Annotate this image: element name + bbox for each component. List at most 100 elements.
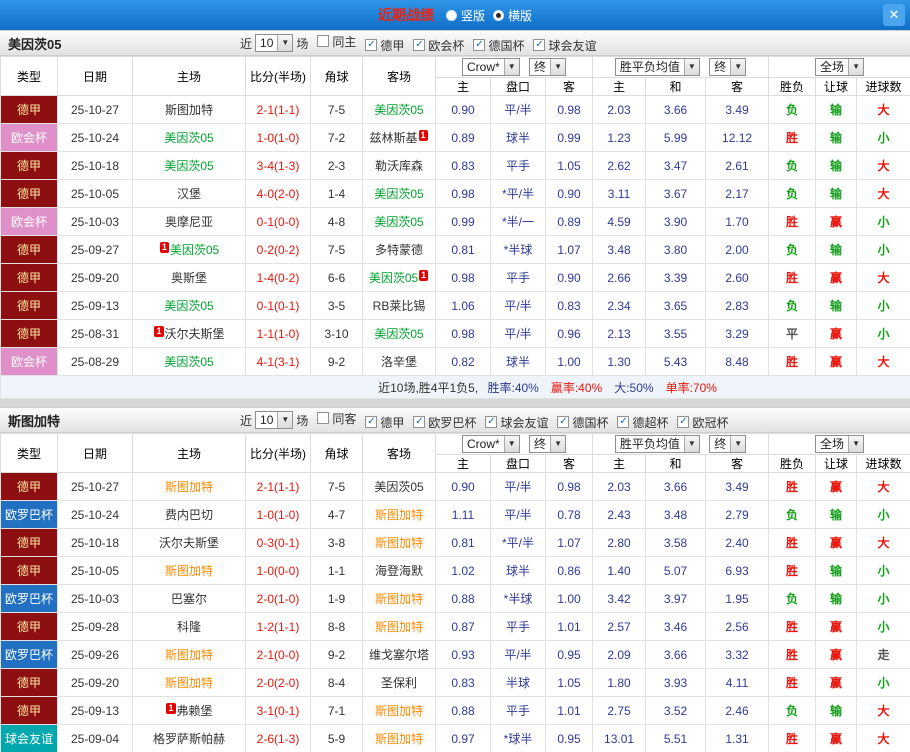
- home-team[interactable]: 美因茨05: [132, 291, 246, 320]
- bookmaker-select[interactable]: Crow* ▼: [462, 435, 520, 453]
- away-team[interactable]: 圣保利: [362, 668, 436, 697]
- away-team[interactable]: 美因茨05: [362, 207, 436, 236]
- away-team[interactable]: 兹林斯基 1: [362, 123, 436, 152]
- filter-checkbox-球会友谊[interactable]: ✓ 球会友谊: [533, 37, 596, 54]
- asian-odds-home: 1.06: [435, 291, 491, 320]
- avg-odds-away: 2.00: [705, 235, 770, 264]
- odds-stage-select[interactable]: 终 ▼: [529, 435, 567, 453]
- home-team[interactable]: 沃尔夫斯堡: [132, 528, 246, 557]
- away-team[interactable]: 美因茨05: [362, 472, 436, 501]
- filter-checkbox-欧冠杯[interactable]: ✓ 欧冠杯: [677, 414, 729, 431]
- filter-checkbox-欧罗巴杯[interactable]: ✓ 欧罗巴杯: [413, 414, 476, 431]
- filter-checkbox-德甲[interactable]: ✓ 德甲: [365, 414, 404, 431]
- checkbox-icon: ✓: [485, 416, 498, 428]
- league-tag: 德甲: [0, 95, 58, 124]
- chevron-down-icon: ▼: [683, 436, 699, 452]
- home-team[interactable]: 奥斯堡: [132, 263, 246, 292]
- filter-checkbox-德超杯[interactable]: ✓ 德超杯: [617, 414, 668, 431]
- radio-vertical-layout[interactable]: 竖版: [445, 7, 485, 24]
- avg-odds-home: 3.48: [592, 235, 647, 264]
- team-name-text: 弗赖堡: [176, 704, 213, 718]
- goals-result-cell: 小: [856, 235, 910, 264]
- col-odds-handicap: 盘口: [490, 454, 546, 473]
- home-team[interactable]: 1 弗赖堡: [132, 696, 246, 725]
- avg-odds-home: 3.42: [592, 584, 647, 613]
- result-cell: 胜: [768, 640, 817, 669]
- checkbox-icon: [317, 35, 330, 47]
- away-team[interactable]: 斯图加特: [362, 696, 436, 725]
- away-team[interactable]: 多特蒙德: [362, 235, 436, 264]
- away-team[interactable]: 海登海默: [362, 556, 436, 585]
- filter-checkbox-同客[interactable]: 同客: [317, 410, 356, 427]
- col-corner: 角球: [310, 56, 363, 96]
- filter-checkbox-德甲[interactable]: ✓ 德甲: [365, 37, 404, 54]
- away-team[interactable]: 斯图加特: [362, 584, 436, 613]
- radio-horizontal-layout[interactable]: 横版: [493, 7, 532, 24]
- avg-odds-home: 1.23: [592, 123, 647, 152]
- avg-odds-away: 2.60: [705, 263, 770, 292]
- odds-stage-select[interactable]: 终 ▼: [529, 58, 567, 76]
- radio-label: 竖版: [460, 8, 485, 23]
- home-team[interactable]: 格罗萨斯帕赫: [132, 724, 246, 752]
- average-stage-select[interactable]: 终 ▼: [709, 435, 747, 453]
- home-team[interactable]: 斯图加特: [132, 668, 246, 697]
- home-team[interactable]: 斯图加特: [132, 95, 246, 124]
- corner-count: 8-4: [310, 668, 363, 697]
- home-team[interactable]: 汉堡: [132, 179, 246, 208]
- match-date: 25-10-05: [57, 556, 133, 585]
- home-team[interactable]: 巴塞尔: [132, 584, 246, 613]
- match-row: 欧会杯 25-08-29 美因茨05 4-1(3-1) 9-2 洛辛堡 0.82…: [0, 347, 910, 376]
- asian-odds-line: *半球: [490, 235, 546, 264]
- home-team[interactable]: 斯图加特: [132, 640, 246, 669]
- away-team[interactable]: 维戈塞尔塔: [362, 640, 436, 669]
- away-team[interactable]: 斯图加特: [362, 500, 436, 529]
- result-cell: 负: [768, 291, 817, 320]
- away-team[interactable]: 斯图加特: [362, 528, 436, 557]
- col-avg-draw: 和: [645, 454, 707, 473]
- match-count-select[interactable]: 10 ▼: [255, 34, 294, 52]
- average-select[interactable]: 胜平负均值 ▼: [614, 58, 700, 76]
- handicap-result-cell: 赢: [815, 612, 858, 641]
- bookmaker-select[interactable]: Crow* ▼: [462, 58, 520, 76]
- result-cell: 胜: [768, 472, 817, 501]
- home-team[interactable]: 费内巴切: [132, 500, 246, 529]
- filter-checkbox-欧会杯[interactable]: ✓ 欧会杯: [413, 37, 464, 54]
- filter-checkbox-同主[interactable]: 同主: [317, 33, 356, 50]
- match-row: 德甲 25-09-27 1 美因茨05 0-2(0-2) 7-5 多特蒙德 0.8…: [0, 235, 910, 264]
- filter-checkbox-德国杯[interactable]: ✓ 德国杯: [557, 414, 608, 431]
- home-team[interactable]: 斯图加特: [132, 556, 246, 585]
- away-team[interactable]: 斯图加特: [362, 724, 436, 752]
- away-team[interactable]: 美因茨05: [362, 95, 436, 124]
- match-score: 4-0(2-0): [245, 179, 311, 208]
- scope-select[interactable]: 全场 ▼: [815, 435, 865, 453]
- home-team[interactable]: 奥摩尼亚: [132, 207, 246, 236]
- away-team[interactable]: 美因茨05 1: [362, 263, 436, 292]
- away-team[interactable]: 洛辛堡: [362, 347, 436, 376]
- scope-select[interactable]: 全场 ▼: [815, 58, 865, 76]
- home-team[interactable]: 1 美因茨05: [132, 235, 246, 264]
- match-count-select[interactable]: 10 ▼: [255, 411, 294, 429]
- team-name-text: 格罗萨斯帕赫: [152, 732, 225, 746]
- home-team[interactable]: 美因茨05: [132, 347, 246, 376]
- away-team[interactable]: RB莱比锡: [362, 291, 436, 320]
- away-team[interactable]: 斯图加特: [362, 612, 436, 641]
- average-select[interactable]: 胜平负均值 ▼: [614, 435, 700, 453]
- home-team[interactable]: 美因茨05: [132, 123, 246, 152]
- checkbox-label: 德甲: [380, 38, 405, 53]
- avg-odds-draw: 3.80: [645, 235, 707, 264]
- home-team[interactable]: 科隆: [132, 612, 246, 641]
- home-team[interactable]: 1 沃尔夫斯堡: [132, 319, 246, 348]
- home-team[interactable]: 美因茨05: [132, 151, 246, 180]
- team-name-text: 斯图加特: [164, 564, 213, 578]
- average-stage-select[interactable]: 终 ▼: [709, 58, 747, 76]
- avg-odds-away: 3.32: [705, 640, 770, 669]
- filter-checkbox-球会友谊[interactable]: ✓ 球会友谊: [485, 414, 548, 431]
- away-team[interactable]: 美因茨05: [362, 179, 436, 208]
- filter-checkbox-德国杯[interactable]: ✓ 德国杯: [473, 37, 524, 54]
- col-goals: 进球数: [856, 454, 910, 473]
- away-team[interactable]: 美因茨05: [362, 319, 436, 348]
- home-team[interactable]: 斯图加特: [132, 472, 246, 501]
- away-team[interactable]: 勒沃库森: [362, 151, 436, 180]
- close-button[interactable]: ✕: [883, 4, 905, 26]
- summary-stat: 大:50%: [614, 380, 654, 395]
